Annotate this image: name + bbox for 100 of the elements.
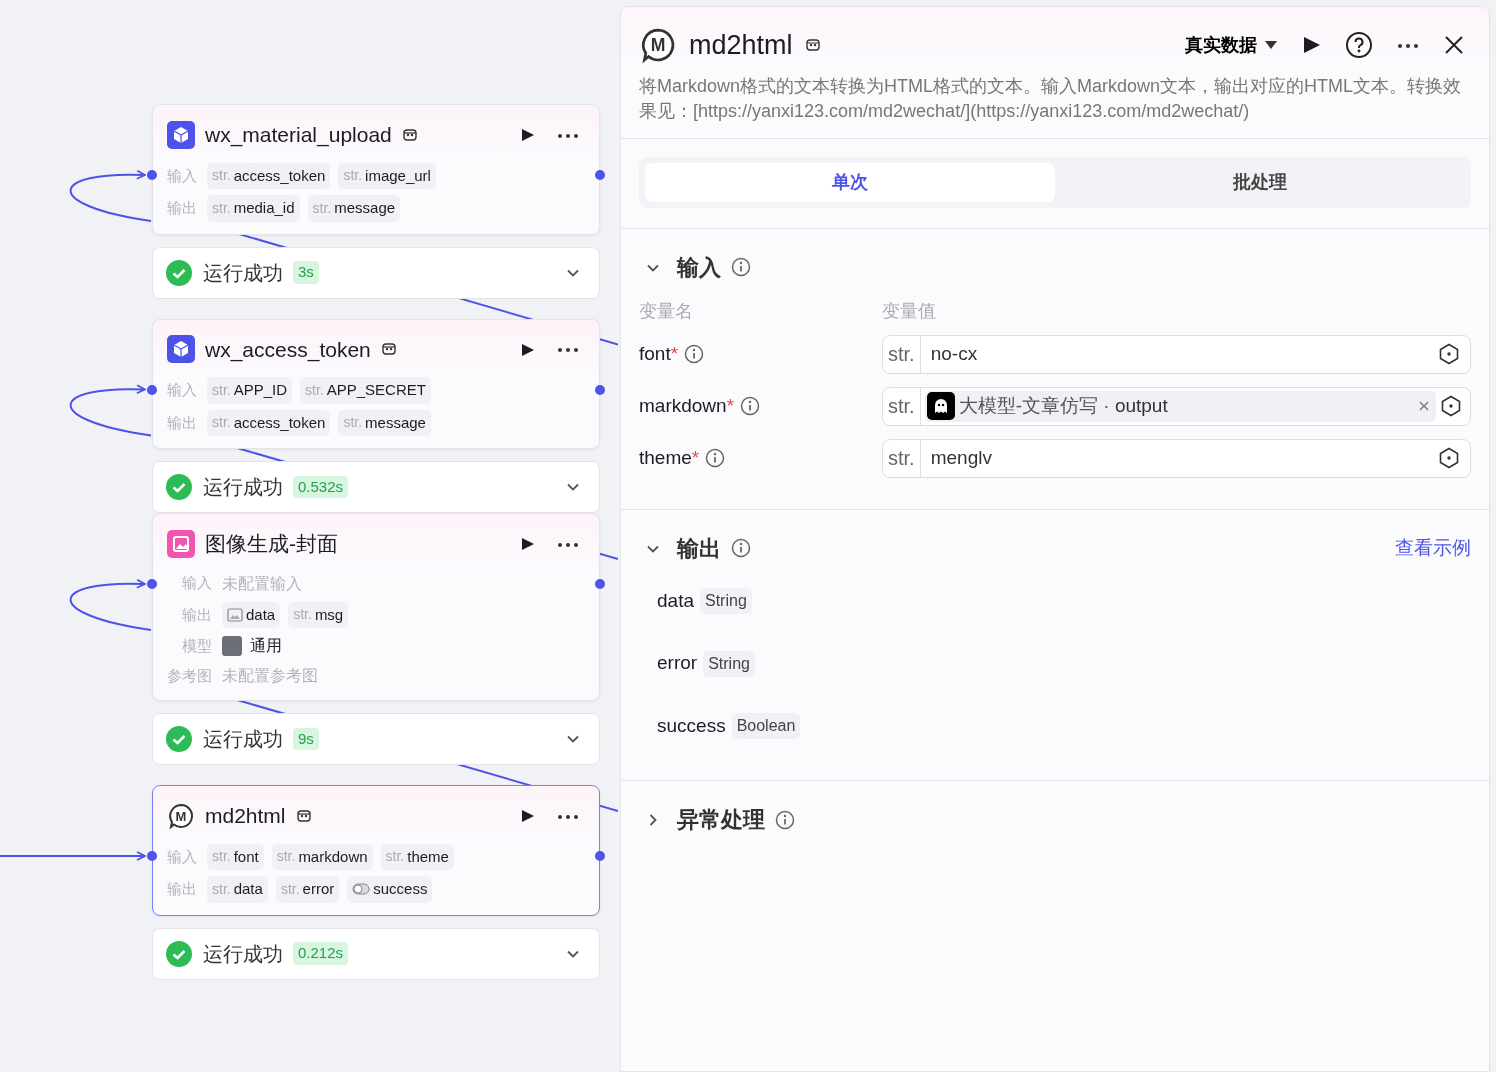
more-icon (557, 813, 579, 820)
section-title: 输出 (677, 534, 721, 563)
column-header: 变量值 (882, 299, 937, 323)
placeholder-text: 未配置参考图 (222, 666, 318, 686)
field-value: menglv (930, 446, 993, 471)
variable-icon (1438, 343, 1460, 366)
node-title: wx_material_upload (205, 122, 392, 149)
status-text: 运行成功 (203, 260, 283, 286)
type-prefix: str. (883, 335, 921, 373)
image-icon (167, 529, 195, 558)
info-icon (731, 538, 751, 559)
param-tag: str. error (275, 876, 340, 903)
variable-icon (1440, 395, 1462, 418)
port-dot[interactable] (147, 579, 157, 589)
data-mode-dropdown[interactable]: 真实数据 (1179, 30, 1283, 60)
status-text: 运行成功 (203, 727, 283, 752)
param-tag: str. APP_SECRET (300, 377, 431, 404)
section-title: 输入 (677, 253, 721, 282)
param-tag: str. access_token (207, 409, 331, 436)
param-tag: str. message (307, 195, 401, 222)
more-icon (557, 347, 579, 353)
port-dot[interactable] (595, 579, 605, 589)
caret-down-icon (1265, 40, 1277, 51)
input-field[interactable]: str. no-cx (882, 334, 1471, 374)
robot-icon (804, 37, 821, 54)
mode-tab[interactable]: 批处理 (1055, 162, 1465, 202)
type-prefix: str. (883, 439, 921, 477)
port-dot[interactable] (147, 170, 157, 180)
more-icon (1397, 43, 1419, 49)
info-icon (684, 344, 705, 365)
model-name: 通用 (250, 636, 282, 656)
output-name: error (657, 651, 698, 676)
type-prefix: str. (883, 387, 921, 425)
row-label: 模型 (181, 635, 212, 656)
node-card[interactable]: wx_access_token 输入 str. APP_ID str. APP_SECRET 输出 str. access_token str. message (152, 318, 600, 449)
node-card[interactable]: wx_material_upload 输入 str. access_token str. image_url 输出 str. media_id str. message (152, 104, 600, 235)
port-dot[interactable] (595, 170, 605, 180)
port-dot[interactable] (147, 851, 157, 861)
duration-badge: 0.212s (293, 942, 349, 965)
column-header: 变量名 (639, 299, 694, 323)
node-title: md2html (205, 803, 286, 829)
info-icon (740, 396, 761, 417)
param-tag: success (347, 876, 433, 903)
chat-bubble-logo: M (167, 801, 195, 830)
output-name: data (657, 588, 694, 613)
mode-tab[interactable]: 单次 (645, 162, 1055, 202)
chat-bubble-logo: M (639, 26, 677, 65)
param-tag: str. media_id (207, 195, 300, 222)
port-dot[interactable] (147, 384, 157, 395)
play-icon (519, 808, 535, 825)
input-field[interactable]: str. 大模型-文章仿写 · output (882, 386, 1471, 426)
input-field[interactable]: str. menglv (882, 438, 1471, 478)
field-value: no-cx (930, 342, 979, 367)
section-title: 异常处理 (677, 806, 765, 835)
placeholder-text: 未配置输入 (222, 573, 302, 594)
row-label: 输入 (167, 165, 197, 186)
port-dot[interactable] (595, 384, 605, 395)
node-title: 图像生成-封面 (205, 531, 338, 557)
param-tag: str. font (207, 843, 264, 870)
duration-badge: 3s (293, 261, 319, 284)
more-icon (557, 541, 579, 548)
reference-text: 大模型-文章仿写 · output (958, 394, 1169, 419)
picture-icon (227, 607, 243, 622)
reference-tag[interactable]: 大模型-文章仿写 · output (924, 390, 1436, 422)
param-tag: str. APP_ID (207, 377, 293, 404)
cube-icon (167, 120, 195, 149)
row-label: 输出 (167, 198, 197, 218)
node-card[interactable]: 图像生成-封面 输入 未配置输入 输出 data str. msg 模型 通用 参考图 未配置参考图 (152, 513, 600, 701)
success-check-icon (165, 473, 193, 501)
success-check-icon (165, 258, 193, 287)
play-icon (519, 127, 535, 144)
param-tag: str. message (338, 409, 431, 436)
play-icon (519, 341, 535, 358)
help-icon (1345, 31, 1373, 60)
success-check-icon (165, 725, 193, 753)
clear-icon[interactable] (1418, 400, 1430, 413)
view-example-link[interactable]: 查看示例 (1395, 534, 1471, 563)
row-label: 输出 (167, 412, 197, 433)
param-tag: str. markdown (271, 843, 373, 870)
output-name: success (657, 713, 726, 738)
toggle-icon (352, 883, 371, 896)
port-dot[interactable] (595, 851, 605, 861)
info-icon (775, 809, 795, 830)
type-tag: String (700, 588, 752, 615)
param-tag: str. msg (288, 601, 349, 628)
more-icon (557, 132, 579, 139)
info-icon (705, 448, 726, 469)
param-tag: str. data (207, 876, 268, 903)
success-check-icon (165, 939, 193, 968)
row-label: 输入 (167, 380, 197, 400)
model-thumbnail (222, 636, 242, 656)
type-tag: Boolean (731, 713, 801, 740)
duration-badge: 0.532s (293, 475, 349, 499)
row-label: 参考图 (167, 665, 212, 686)
cube-icon (167, 335, 195, 364)
ghost-app-icon (926, 392, 955, 421)
duration-badge: 9s (293, 727, 319, 751)
row-label: 输入 (167, 846, 197, 867)
play-icon (519, 536, 535, 553)
node-card[interactable]: M md2html 输入 str. font str. markdown str. theme 输出 str. data str. error success (152, 785, 600, 916)
